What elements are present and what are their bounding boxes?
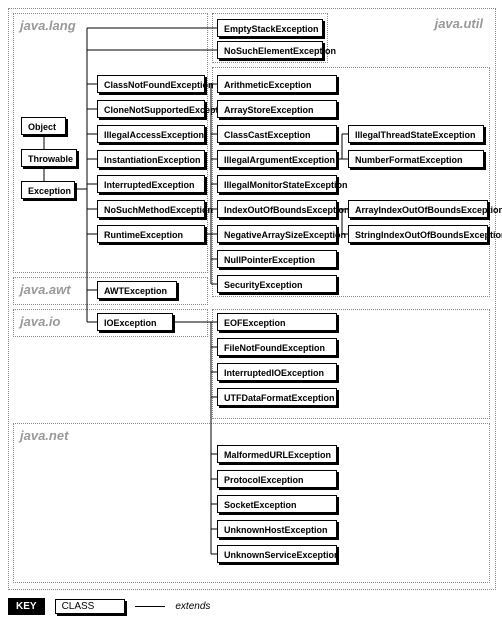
class-node: ArrayIndexOutOfBoundsException <box>348 200 488 218</box>
class-node: SocketException <box>217 495 337 513</box>
class-node: InterruptedIOException <box>217 363 337 381</box>
pkg-label-net: java.net <box>20 428 68 443</box>
pkg-label-awt: java.awt <box>20 282 71 297</box>
class-node: InstantiationException <box>97 150 205 168</box>
pkg-label-util: java.util <box>435 16 483 31</box>
class-node: IllegalMonitorStateException <box>217 175 337 193</box>
legend-class-box: CLASS <box>55 599 126 614</box>
class-node: NumberFormatException <box>348 150 484 168</box>
class-node: RuntimeException <box>97 225 205 243</box>
class-node: MalformedURLException <box>217 445 337 463</box>
class-node: UnknownServiceException <box>217 545 337 563</box>
class-node: NoSuchElementException <box>217 41 323 59</box>
class-node: IllegalArgumentException <box>217 150 337 168</box>
legend: KEY CLASS extends <box>8 598 494 615</box>
class-node: CloneNotSupportedException <box>97 100 205 118</box>
class-node: SecurityException <box>217 275 337 293</box>
class-node: IOException <box>97 313 173 331</box>
class-node: IllegalThreadStateException <box>348 125 484 143</box>
class-node: IndexOutOfBoundsException <box>217 200 337 218</box>
diagram-outer: java.lang java.util java.awt java.io jav… <box>8 8 496 590</box>
legend-line-icon <box>135 606 165 607</box>
class-object: Object <box>21 117 66 135</box>
class-node: ClassCastException <box>217 125 337 143</box>
class-node: EOFException <box>217 313 337 331</box>
pkg-label-lang: java.lang <box>20 18 76 33</box>
pkg-label-io: java.io <box>20 314 60 329</box>
class-node: InterruptedException <box>97 175 205 193</box>
legend-extends-label: extends <box>175 601 210 612</box>
class-node: NullPointerException <box>217 250 337 268</box>
class-node: StringIndexOutOfBoundsException <box>348 225 488 243</box>
class-exception: Exception <box>21 181 75 199</box>
class-node: AWTException <box>97 281 177 299</box>
class-throwable: Throwable <box>21 149 77 167</box>
class-node: ArithmeticException <box>217 75 337 93</box>
class-node: EmptyStackException <box>217 19 323 37</box>
class-node: ProtocolException <box>217 470 337 488</box>
legend-title: KEY <box>8 598 45 615</box>
class-node: FileNotFoundException <box>217 338 337 356</box>
class-node: NegativeArraySizeException <box>217 225 337 243</box>
class-node: UnknownHostException <box>217 520 337 538</box>
class-node: ClassNotFoundException <box>97 75 205 93</box>
class-node: ArrayStoreException <box>217 100 337 118</box>
class-node: IllegalAccessException <box>97 125 205 143</box>
class-node: NoSuchMethodException <box>97 200 205 218</box>
class-node: UTFDataFormatException <box>217 388 337 406</box>
